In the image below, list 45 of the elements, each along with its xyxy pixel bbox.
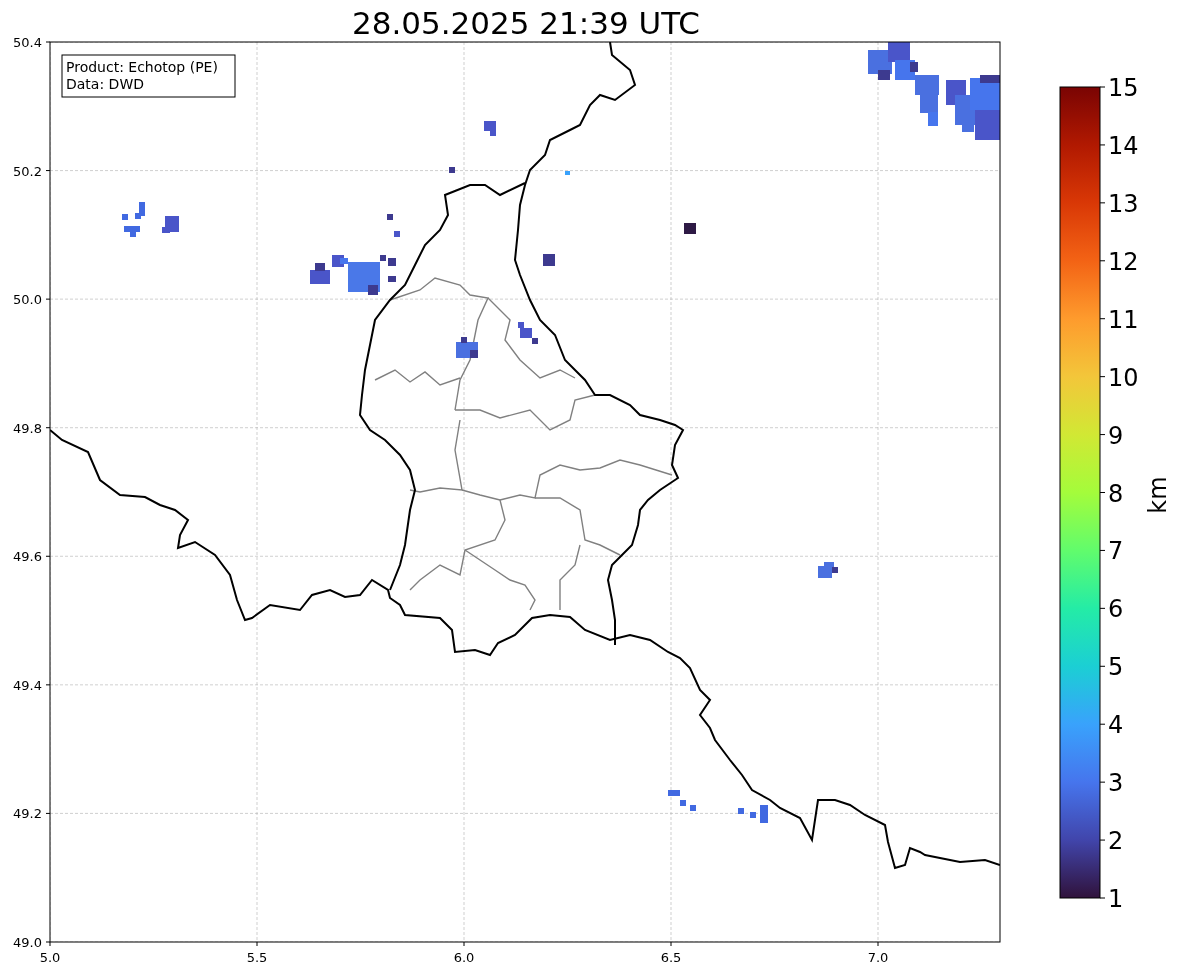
x-tick-label: 7.0 <box>867 950 889 965</box>
x-tick-label: 6.5 <box>660 950 682 965</box>
colorbar-tick-label: 11 <box>1108 305 1139 334</box>
radar-echo <box>518 322 538 344</box>
radar-echo <box>543 254 555 266</box>
y-tick-label: 49.0 <box>13 935 42 950</box>
colorbar-tick-label: 8 <box>1108 479 1124 508</box>
radar-echo <box>818 562 838 578</box>
colorbar-tick-label: 2 <box>1108 827 1124 856</box>
colorbar-tick-label: 12 <box>1108 247 1139 276</box>
colorbar-tick-label: 9 <box>1108 421 1124 450</box>
colorbar-label: km <box>1144 476 1172 514</box>
chart-title: 28.05.2025 21:39 UTC <box>352 5 700 41</box>
y-tick-label: 49.4 <box>13 677 42 693</box>
y-tick-label: 49.8 <box>13 420 42 436</box>
x-tick-label: 5.0 <box>39 950 61 965</box>
radar-echo <box>484 121 496 136</box>
y-tick-label: 50.4 <box>13 35 42 50</box>
colorbar-tick-label: 13 <box>1108 189 1139 218</box>
radar-echo <box>946 75 1000 140</box>
colorbar-tick-label: 4 <box>1108 711 1124 740</box>
colorbar-tick-label: 6 <box>1108 595 1124 624</box>
y-tick-label: 49.6 <box>13 549 42 565</box>
y-tick-label: 49.2 <box>13 806 42 822</box>
radar-echo <box>565 171 570 175</box>
x-tick-label: 5.5 <box>246 950 268 965</box>
colorbar-tick-label: 10 <box>1108 363 1139 392</box>
radar-echo <box>449 167 455 173</box>
radar-echo <box>684 223 696 234</box>
radar-echo <box>122 202 179 237</box>
info-text: Product: Echotop (PE) <box>66 59 218 75</box>
colorbar-tick-label: 7 <box>1108 537 1124 566</box>
radar-echo <box>738 805 768 823</box>
y-tick-label: 50.0 <box>13 292 42 308</box>
radar-echo <box>387 214 400 237</box>
colorbar-tick-label: 14 <box>1108 131 1139 160</box>
colorbar-tick-label: 1 <box>1108 885 1124 913</box>
colorbar-tick-label: 5 <box>1108 653 1124 682</box>
y-tick-label: 50.2 <box>13 163 42 179</box>
radar-echo <box>668 790 696 811</box>
x-tick-label: 6.0 <box>453 950 475 965</box>
info-text: Data: DWD <box>66 76 144 92</box>
colorbar-tick-label: 3 <box>1108 769 1124 798</box>
colorbar-tick-label: 15 <box>1108 74 1139 102</box>
radar-echo <box>456 337 478 358</box>
